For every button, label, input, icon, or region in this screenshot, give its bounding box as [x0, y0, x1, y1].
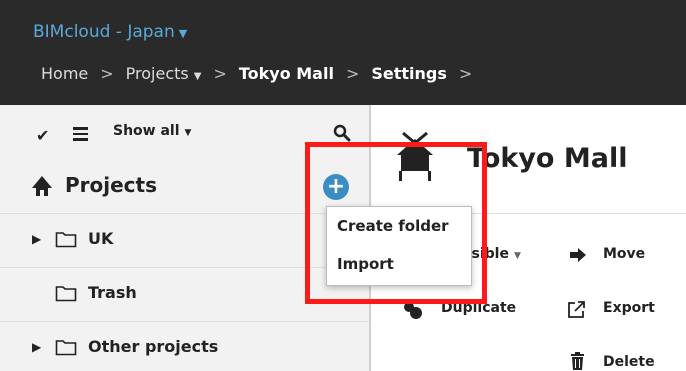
project-building-icon [397, 131, 433, 181]
export-icon [568, 301, 585, 318]
caret-down-icon: ▼ [513, 251, 521, 261]
breadcrumb: Home > Projects ▼ > Tokyo Mall > Settings… [41, 64, 484, 83]
tree-item-uk[interactable]: ▶ UK [0, 213, 369, 267]
add-button[interactable]: + [323, 174, 349, 200]
menu-item-create-folder[interactable]: Create folder [337, 217, 449, 235]
expand-arrow-icon[interactable]: ▶ [32, 232, 41, 246]
add-dropdown-menu: Create folder Import [326, 206, 472, 286]
projects-house-icon [32, 176, 52, 196]
project-title: Tokyo Mall [467, 143, 628, 174]
folder-icon [55, 232, 77, 248]
breadcrumb-separator: > [345, 64, 360, 83]
tree-item-other-projects[interactable]: ▶ Other projects [0, 321, 369, 371]
app-title-label: BIMcloud - Japan [33, 22, 175, 42]
breadcrumb-separator: > [213, 64, 227, 83]
folder-icon [55, 340, 77, 356]
tree-item-label: Other projects [88, 337, 219, 356]
search-icon[interactable] [333, 124, 351, 142]
projects-title: Projects [65, 173, 158, 197]
show-all-label: Show all [113, 123, 180, 139]
tree-item-label: Trash [88, 283, 137, 302]
show-all-filter[interactable]: Show all ▼ [113, 123, 191, 139]
breadcrumb-separator: > [458, 64, 473, 83]
breadcrumb-settings[interactable]: Settings [371, 64, 447, 83]
breadcrumb-home[interactable]: Home [41, 64, 88, 83]
projects-header: Projects + [0, 159, 369, 213]
folder-icon [55, 286, 77, 302]
duplicate-icon [404, 302, 422, 319]
duplicate-button[interactable]: Duplicate [441, 300, 516, 316]
sidebar-toolbar: ✔ Show all ▼ [0, 105, 369, 159]
tree-item-label: UK [88, 229, 114, 248]
trash-icon [571, 352, 584, 370]
caret-down-icon: ▼ [178, 27, 188, 40]
list-menu-icon[interactable] [73, 127, 88, 144]
caret-down-icon: ▼ [184, 128, 192, 138]
move-button[interactable]: Move [603, 246, 645, 262]
app-title-menu[interactable]: BIMcloud - Japan ▼ [33, 22, 187, 42]
breadcrumb-tokyo-mall[interactable]: Tokyo Mall [239, 64, 334, 83]
breadcrumb-separator: > [100, 64, 114, 83]
arrow-right-icon [570, 248, 586, 262]
sidebar: ✔ Show all ▼ Projects + ▶ UK Trash ▶ Oth… [0, 105, 371, 371]
top-bar: BIMcloud - Japan ▼ Home > Projects ▼ > Tok… [0, 0, 686, 105]
caret-down-icon: ▼ [193, 71, 202, 82]
export-button[interactable]: Export [603, 300, 655, 316]
delete-button[interactable]: Delete [603, 354, 655, 370]
breadcrumb-projects[interactable]: Projects ▼ [126, 64, 202, 83]
breadcrumb-projects-label: Projects [125, 64, 189, 83]
menu-item-import[interactable]: Import [337, 255, 394, 273]
check-icon[interactable]: ✔ [36, 126, 49, 145]
tree-item-trash[interactable]: Trash [0, 267, 369, 321]
expand-arrow-icon[interactable]: ▶ [32, 340, 41, 354]
